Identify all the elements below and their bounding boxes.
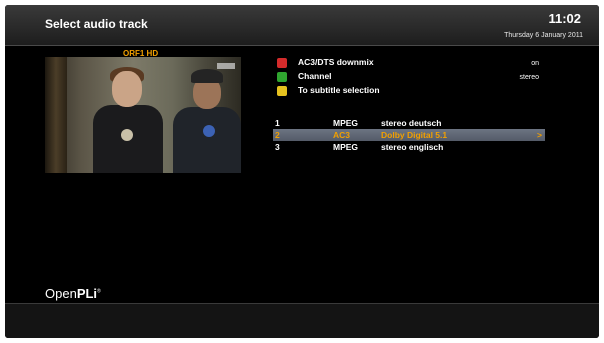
track-description: Dolby Digital 5.1 <box>381 130 448 140</box>
badge-emblem <box>203 125 215 137</box>
person-right-cap <box>191 69 223 83</box>
track-codec: AC3 <box>333 130 351 140</box>
tree-trunk <box>45 57 67 173</box>
green-key-icon <box>277 72 287 82</box>
track-codec: MPEG <box>333 142 359 152</box>
date: Thursday 6 January 2011 <box>504 32 583 39</box>
brand-text-bold: PLi <box>76 286 98 301</box>
broadcaster-logo <box>217 63 235 69</box>
badge-emblem <box>121 129 133 141</box>
yellow-key-icon <box>277 86 287 96</box>
track-row[interactable]: 2 AC3 Dolby Digital 5.1 > <box>273 129 545 141</box>
selection-marker: > <box>537 130 542 140</box>
openpli-logo: OpenPLi® <box>45 286 101 301</box>
track-description: stereo deutsch <box>381 118 442 128</box>
track-number: 2 <box>275 130 280 140</box>
track-description: stereo englisch <box>381 142 444 152</box>
audio-track-list: 1 MPEG stereo deutsch 2 AC3 Dolby Digita… <box>273 117 545 153</box>
footer-bar <box>5 303 599 338</box>
video-preview <box>45 57 241 173</box>
person-right-body <box>173 107 241 173</box>
option-label: To subtitle selection <box>298 85 380 95</box>
option-label: Channel <box>298 71 332 81</box>
screen-title: Select audio track <box>45 17 148 31</box>
brand-mark: ® <box>97 288 101 295</box>
option-channel-value: stereo <box>519 74 539 81</box>
option-label: AC3/DTS downmix <box>298 57 374 67</box>
track-row[interactable]: 3 MPEG stereo englisch <box>273 141 545 153</box>
option-downmix-value: on <box>531 60 539 67</box>
clock: 11:02 <box>548 11 581 26</box>
screen: Select audio track 11:02 Thursday 6 Janu… <box>5 5 599 338</box>
brand-text: Open <box>45 286 77 301</box>
red-key-icon <box>277 58 287 68</box>
track-codec: MPEG <box>333 118 359 128</box>
track-number: 3 <box>275 142 280 152</box>
person-left-head <box>112 71 142 107</box>
track-number: 1 <box>275 118 280 128</box>
track-row[interactable]: 1 MPEG stereo deutsch <box>273 117 545 129</box>
title-bar: Select audio track 11:02 Thursday 6 Janu… <box>5 5 599 46</box>
